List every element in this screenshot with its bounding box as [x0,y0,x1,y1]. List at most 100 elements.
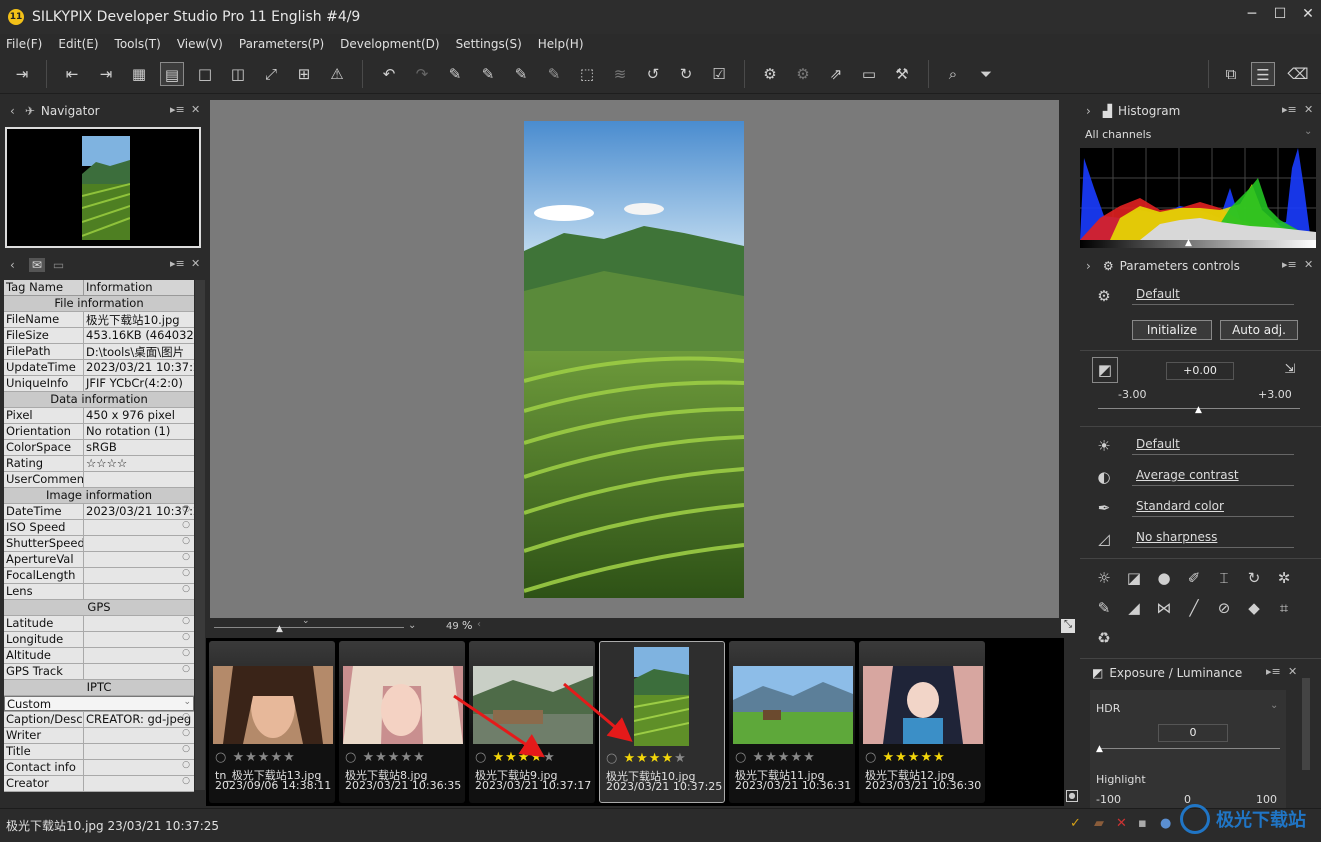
edit-dot-icon[interactable]: ○ [182,664,190,674]
image-viewer[interactable] [210,100,1059,618]
pen-icon[interactable]: ✐ [1184,568,1204,588]
film-item[interactable]: ○ ★★★★★ 极光下载站12.jpg 2023/03/21 10:36:30 [859,641,985,803]
folder-icon[interactable]: ▰ [1094,816,1104,831]
undo-icon[interactable]: ↶ [377,62,401,86]
export-icon[interactable]: ⇗ [824,62,848,86]
open-folder-icon[interactable]: ⇥ [10,62,34,86]
info-row[interactable]: Orientation No rotation (1) [4,424,194,440]
folder-tab-icon[interactable]: ▭ [53,258,64,272]
menu-view[interactable]: View(V) [177,37,223,51]
edit-dot-icon[interactable]: ○ [182,504,190,514]
batch-develop-icon[interactable]: ⚙ [791,62,815,86]
star-icon[interactable]: ★ [283,750,296,765]
info-row[interactable]: Writer ○ [4,728,194,744]
menu-edit[interactable]: Edit(E) [58,37,98,51]
crop-icon[interactable]: ⌗ [1274,598,1294,618]
info-row[interactable]: Contact info ○ [4,760,194,776]
star-icon[interactable]: ★ [270,750,283,765]
info-row[interactable]: Caption/Descri CREATOR: gd-jpeg ○ [4,712,194,728]
star-icon[interactable]: ★ [245,750,258,765]
info-row[interactable]: FileSize453.16KB (464032Byt [4,328,194,344]
monitor-icon[interactable]: ▭ [857,62,881,86]
reject-dot-icon[interactable]: ○ [345,750,357,765]
star-icon[interactable]: ★ [920,750,933,765]
film-rating[interactable]: ○ ★★★★★ [345,750,426,765]
paste-selected-icon[interactable]: ✎ [509,62,533,86]
info-row[interactable]: Lens ○ [4,584,194,600]
star-icon[interactable]: ★ [908,750,921,765]
edit-dot-icon[interactable]: ○ [182,616,190,626]
color-label-icon[interactable]: ● [1160,816,1171,831]
panel-menu-icon[interactable]: ▸≡ [1266,665,1281,678]
copy-params-icon[interactable]: ✎ [443,62,467,86]
star-icon[interactable]: ★ [400,750,413,765]
edit-dot-icon[interactable]: ○ [182,520,190,530]
info-row[interactable]: DateTime 2023/03/21 10:37:2 ○ [4,504,194,520]
compare-view-icon[interactable]: ◫ [226,62,250,86]
menu-file[interactable]: File(F) [6,37,42,51]
fish-icon[interactable]: ⋈ [1154,598,1174,618]
redo-icon[interactable]: ↷ [410,62,434,86]
zoom-prev-icon[interactable]: ‹ [477,619,481,630]
tag-icon[interactable]: ▪ [1138,816,1147,831]
info-row[interactable]: GPS Track ○ [4,664,194,680]
info-row[interactable]: FocalLength ○ [4,568,194,584]
panel-menu-icon[interactable]: ▸≡ [170,257,185,270]
star-icon[interactable]: ★ [895,750,908,765]
zoom-dropdown-icon[interactable]: ⌄ [408,620,416,631]
star-icon[interactable]: ★ [362,750,375,765]
chevron-down-icon[interactable]: ⌄ [1304,126,1312,137]
sphere-icon[interactable]: ● [1154,568,1174,588]
panel-menu-icon[interactable]: ▸≡ [1282,103,1297,116]
info-row[interactable]: UserComment [4,472,194,488]
panel-close-icon[interactable]: ✕ [1304,258,1313,271]
film-rating[interactable]: ○ ★★★★★ [865,750,946,765]
star-icon[interactable]: ★ [388,750,401,765]
info-row[interactable]: ApertureVal ○ [4,552,194,568]
edit-params-icon[interactable]: ✎ [542,62,566,86]
recycle-icon[interactable]: ♻ [1094,628,1114,648]
paste-params-icon[interactable]: ✎ [476,62,500,86]
film-rating[interactable]: ○ ★★★★★ [215,750,296,765]
auto-adjust-button[interactable]: Auto adj. [1220,320,1298,340]
search-icon[interactable]: ⌕ [941,62,965,86]
fit-toggle-icon[interactable]: ⤡ [1061,619,1075,633]
expand-icon[interactable]: › [1086,104,1091,118]
sun-icon[interactable]: ☼ [1094,568,1114,588]
filmstrip-settings-icon[interactable]: ● [1066,790,1078,802]
reject-dot-icon[interactable]: ○ [865,750,877,765]
menu-parameters[interactable]: Parameters(P) [239,37,324,51]
star-icon[interactable]: ★ [413,750,426,765]
panel-close-icon[interactable]: ✕ [191,257,200,270]
bandage-icon[interactable]: ⊘ [1214,598,1234,618]
collapse-icon[interactable]: ‹ [10,104,15,118]
panel-close-icon[interactable]: ✕ [1304,103,1313,116]
edit-dot-icon[interactable]: ○ [182,648,190,658]
zoom-slider[interactable] [214,627,404,628]
info-row[interactable]: Longitude ○ [4,632,194,648]
rotate-right-icon[interactable]: ↻ [674,62,698,86]
color-select[interactable]: Standard color [1132,499,1294,517]
filter-icon[interactable]: ⏷ [974,62,998,86]
navigator-preview[interactable] [5,127,201,248]
eraser-icon[interactable]: ⌫ [1286,62,1310,86]
previous-image-icon[interactable]: ⇤ [60,62,84,86]
exposure-value-input[interactable]: +0.00 [1166,362,1234,380]
contrast-icon[interactable]: ◐ [1094,467,1114,487]
close-icon[interactable]: ✕ [1296,6,1320,26]
transform-icon[interactable]: ⬚ [575,62,599,86]
window-layout-icon[interactable]: ⧉ [1219,62,1243,86]
rotate-left-icon[interactable]: ↺ [641,62,665,86]
crop-frame-icon[interactable]: ⌶ [1214,568,1234,588]
iptc-select[interactable]: Custom ⌄ [4,696,194,712]
edit-dot-icon[interactable]: ○ [182,568,190,578]
comment-tab-icon[interactable]: ✉ [28,258,45,272]
info-row[interactable]: Latitude ○ [4,616,194,632]
minimize-icon[interactable]: ─ [1240,6,1264,26]
info-row[interactable]: Creator ○ [4,776,194,792]
star-icon[interactable]: ★ [258,750,271,765]
shapes-icon[interactable]: ◆ [1244,598,1264,618]
next-image-icon[interactable]: ⇥ [94,62,118,86]
film-item[interactable]: ○ ★★★★★ tn_极光下载站13.jpg 2023/09/06 14:38:… [209,641,335,803]
menu-development[interactable]: Development(D) [340,37,439,51]
